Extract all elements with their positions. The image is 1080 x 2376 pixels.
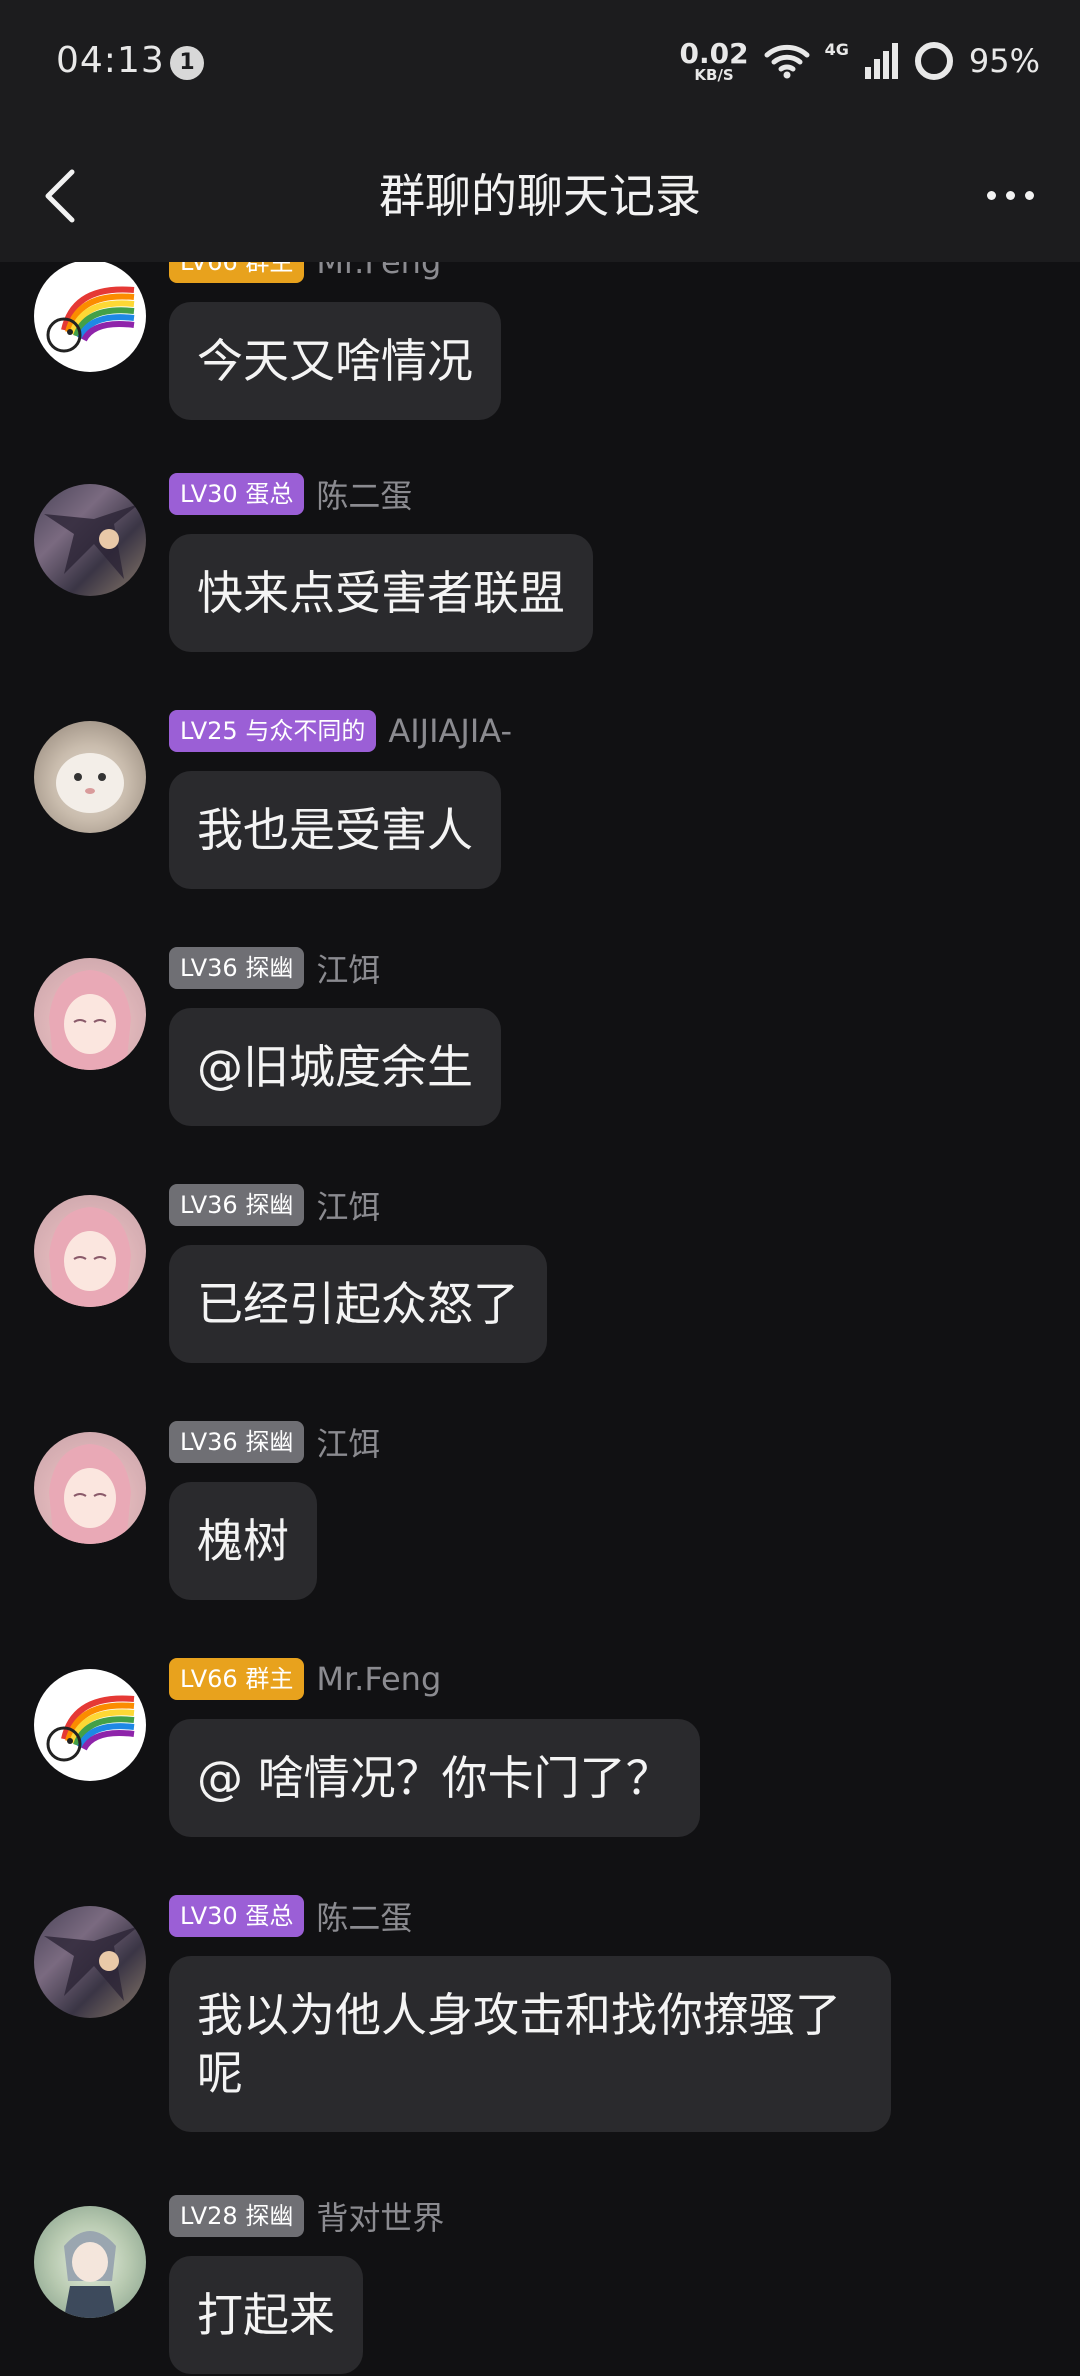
message-meta: LV36 探幽 江饵	[169, 1420, 380, 1464]
dot-icon	[1024, 190, 1034, 200]
level-badge: LV36 探幽	[169, 1421, 305, 1463]
message-meta: LV66 群主 Mr.Feng	[169, 262, 441, 284]
bat-avatar[interactable]	[34, 1906, 146, 2018]
message-bubble[interactable]: 打起来	[169, 2256, 363, 2374]
level-badge: LV25 与众不同的	[169, 710, 377, 752]
message-meta: LV28 探幽 背对世界	[169, 2194, 444, 2238]
anime-character-avatar[interactable]	[34, 2206, 146, 2318]
wifi-icon	[764, 44, 810, 79]
status-time: 04:13	[56, 40, 165, 81]
message-meta: LV30 蛋总 陈二蛋	[169, 472, 412, 516]
sender-name[interactable]: Mr.Feng	[316, 1660, 441, 1698]
message-bubble[interactable]: @旧城度余生	[169, 1008, 501, 1126]
sender-name[interactable]: 背对世界	[316, 2193, 444, 2239]
sender-name[interactable]: Mr.Feng	[316, 262, 441, 281]
battery-level: 95%	[968, 42, 1040, 80]
sender-name[interactable]: 陈二蛋	[316, 471, 412, 517]
message-meta: LV30 蛋总 陈二蛋	[169, 1894, 412, 1938]
sender-name[interactable]: 江饵	[316, 945, 380, 991]
message-meta: LV25 与众不同的 AIJIAJIA-	[169, 709, 512, 753]
message-bubble[interactable]: 我以为他人身攻击和找你撩骚了呢	[169, 1956, 891, 2132]
message-meta: LV36 探幽 江饵	[169, 1183, 380, 1227]
level-badge: LV28 探幽	[169, 2195, 305, 2237]
message-bubble[interactable]: @ 啥情况？你卡门了？	[169, 1719, 700, 1837]
level-badge: LV30 蛋总	[169, 1895, 305, 1937]
rainbow-avatar[interactable]	[34, 1669, 146, 1781]
level-badge: LV36 探幽	[169, 1184, 305, 1226]
message-bubble[interactable]: 今天又啥情况	[169, 302, 501, 420]
message-meta: LV36 探幽 江饵	[169, 946, 380, 990]
message-meta: LV66 群主 Mr.Feng	[169, 1657, 441, 1701]
message-bubble[interactable]: 已经引起众怒了	[169, 1245, 547, 1363]
dot-icon	[1005, 190, 1015, 200]
page-title: 群聊的聊天记录	[379, 169, 701, 223]
anime-girl-avatar[interactable]	[34, 1195, 146, 1307]
network-speed: 0.02 KB/S	[679, 36, 749, 84]
message-bubble[interactable]: 我也是受害人	[169, 771, 501, 889]
cat-avatar[interactable]	[34, 721, 146, 833]
sender-name[interactable]: 陈二蛋	[316, 1893, 412, 1939]
sender-name[interactable]: 江饵	[316, 1182, 380, 1228]
sender-name[interactable]: 江饵	[316, 1419, 380, 1465]
signal-icon	[864, 43, 898, 79]
notification-badge: 1	[170, 46, 204, 80]
level-badge: LV66 群主	[169, 1658, 305, 1700]
anime-girl-avatar[interactable]	[34, 958, 146, 1070]
status-icons: 0.02 KB/S 4G 95%	[680, 36, 1040, 86]
message-bubble[interactable]: 快来点受害者联盟	[169, 534, 593, 652]
level-badge: LV66 群主	[169, 262, 305, 283]
message-bubble[interactable]: 槐树	[169, 1482, 317, 1600]
level-badge: LV30 蛋总	[169, 473, 305, 515]
dot-icon	[986, 190, 996, 200]
chat-message-list[interactable]: LV66 群主 Mr.Feng 今天又啥情况 LV30 蛋总 陈二蛋 快来点受害…	[0, 262, 1080, 2376]
level-badge: LV36 探幽	[169, 947, 305, 989]
rainbow-avatar[interactable]	[34, 262, 146, 372]
battery-ring-icon	[914, 42, 953, 80]
network-type: 4G	[824, 40, 849, 59]
anime-girl-avatar[interactable]	[34, 1432, 146, 1544]
bat-avatar[interactable]	[34, 484, 146, 596]
status-bar: 04:13 1 0.02 KB/S 4G 95%	[0, 0, 1080, 130]
more-options-button[interactable]	[970, 170, 1050, 220]
sender-name[interactable]: AIJIAJIA-	[388, 712, 512, 750]
chat-header: 群聊的聊天记录	[0, 130, 1080, 262]
